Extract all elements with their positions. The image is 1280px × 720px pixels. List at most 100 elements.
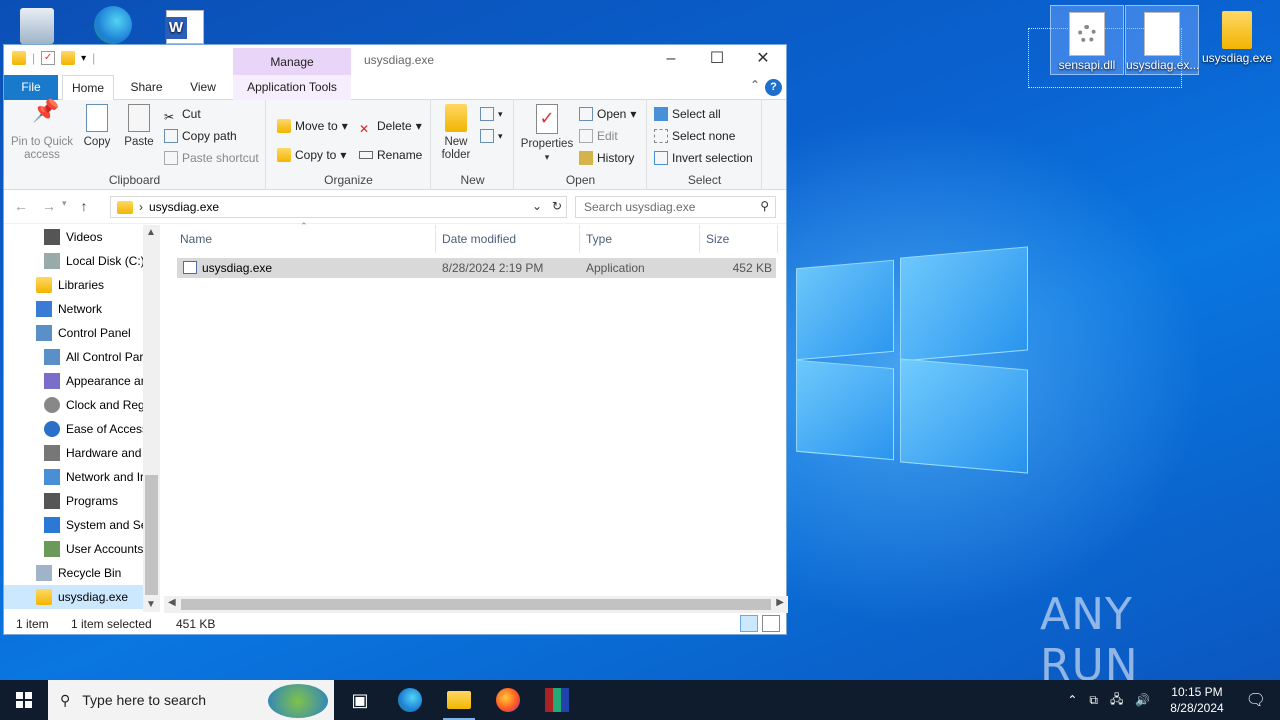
edge-taskbar-icon[interactable] — [386, 680, 434, 720]
paste-button[interactable]: Paste — [120, 104, 158, 149]
properties-check-icon[interactable]: ✓ — [41, 51, 56, 65]
nav-item-usysdiag-folder[interactable]: usysdiag.exe — [4, 585, 143, 609]
paste-shortcut-button[interactable]: Paste shortcut — [164, 148, 259, 168]
forward-arrow-icon[interactable]: → — [42, 198, 56, 214]
column-size[interactable]: Size — [700, 225, 778, 253]
select-none-button[interactable]: Select none — [654, 126, 735, 146]
copy-to-button[interactable]: Copy to ▾ — [277, 145, 346, 165]
edge-icon — [94, 6, 132, 44]
address-dropdown-icon[interactable]: ⌄ — [532, 199, 542, 213]
nav-item-clock-region[interactable]: Clock and Regi — [44, 393, 147, 417]
desktop-icon-usysdiag-file[interactable]: usysdiag.ex... — [1125, 5, 1199, 75]
address-field[interactable]: › usysdiag.exe ⌄ ↻ — [110, 196, 567, 218]
tray-overflow-icon[interactable]: ⌃ — [1067, 693, 1077, 707]
copy-path-button[interactable]: Copy path — [164, 126, 237, 146]
desktop-icon-usysdiag-folder[interactable]: usysdiag.exe — [1200, 5, 1274, 75]
select-all-button[interactable]: Select all — [654, 104, 721, 124]
new-folder-icon[interactable] — [61, 51, 76, 65]
new-item-button[interactable]: ▾ — [480, 104, 503, 124]
edit-button[interactable]: Edit — [579, 126, 618, 146]
tab-file[interactable]: File — [4, 75, 58, 100]
file-explorer-taskbar-icon[interactable] — [435, 680, 483, 720]
maximize-icon[interactable]: ☐ — [694, 45, 740, 73]
paste-icon — [128, 104, 150, 132]
new-folder-button[interactable]: New folder — [438, 104, 474, 162]
close-icon[interactable]: ✕ — [740, 45, 786, 73]
column-date-modified[interactable]: Date modified — [436, 225, 580, 253]
edit-icon — [579, 129, 593, 143]
quick-access-toolbar: | ✓ ▾ | — [12, 51, 95, 65]
search-input[interactable]: Search usysdiag.exe ⚲ — [575, 196, 776, 218]
scroll-left-icon[interactable]: ◀ — [168, 597, 176, 608]
delete-button[interactable]: ✕ Delete ▾ — [359, 116, 422, 136]
nav-item-all-control-panel[interactable]: All Control Par — [44, 345, 143, 369]
network-icon[interactable]: 🖧 — [1110, 690, 1123, 711]
column-type[interactable]: Type — [580, 225, 700, 253]
desktop-icon-sensapi[interactable]: sensapi.dll — [1050, 5, 1124, 75]
copy-button[interactable]: Copy — [80, 104, 114, 149]
nav-item-programs[interactable]: Programs — [44, 489, 118, 513]
easy-access-button[interactable]: ▾ — [480, 126, 503, 146]
firefox-taskbar-icon[interactable] — [484, 680, 532, 720]
rename-button[interactable]: Rename — [359, 145, 422, 165]
nav-item-system-security[interactable]: System and Se — [44, 513, 147, 537]
nav-item-videos[interactable]: Videos — [44, 225, 102, 249]
nav-item-network[interactable]: Network — [36, 297, 102, 321]
nav-item-local-disk[interactable]: Local Disk (C:) — [44, 249, 145, 273]
word-desktop-icon[interactable]: W — [148, 0, 222, 46]
scrollbar-thumb[interactable] — [181, 599, 771, 610]
properties-button[interactable]: ✓ Properties ▾ — [519, 104, 575, 164]
open-button[interactable]: Open ▾ — [579, 104, 636, 124]
column-name[interactable]: Name — [174, 225, 436, 253]
move-to-button[interactable]: Move to ▾ — [277, 116, 348, 136]
tab-home[interactable]: Home — [62, 75, 114, 101]
scroll-up-icon[interactable]: ▲ — [146, 227, 156, 238]
windows-logo — [796, 242, 1028, 478]
tab-application-tools[interactable]: Application Tools — [233, 75, 351, 100]
winrar-taskbar-icon[interactable] — [533, 680, 581, 720]
nav-item-ease-of-access[interactable]: Ease of Access — [44, 417, 148, 441]
nav-item-libraries[interactable]: Libraries — [36, 273, 104, 297]
file-explorer-window: | ✓ ▾ | Manage usysdiag.exe – ☐ ✕ File H… — [3, 44, 788, 635]
device-icon[interactable]: ⧉ — [1089, 693, 1098, 708]
start-button[interactable] — [0, 680, 48, 720]
history-button[interactable]: History — [579, 148, 634, 168]
refresh-icon[interactable]: ↻ — [552, 199, 562, 213]
nav-pane-scrollbar[interactable]: ▲ ▼ — [143, 225, 160, 612]
large-icons-view-icon[interactable] — [762, 615, 780, 632]
scroll-down-icon[interactable]: ▼ — [146, 599, 156, 610]
help-icon[interactable]: ? — [765, 79, 782, 96]
minimize-icon[interactable]: – — [648, 45, 694, 73]
nav-item-control-panel[interactable]: Control Panel — [36, 321, 131, 345]
scroll-right-icon[interactable]: ▶ — [776, 597, 784, 608]
task-view-icon[interactable]: ▣ — [336, 680, 384, 720]
file-list-scrollbar[interactable]: ◀ ▶ — [164, 596, 788, 613]
recent-locations-icon[interactable]: ▾ — [62, 198, 67, 214]
pin-quick-access-button[interactable]: 📌 Pin to Quick access — [8, 100, 76, 162]
collapse-ribbon-icon[interactable]: ⌃ — [750, 78, 760, 92]
cut-button[interactable]: ✂ Cut — [164, 104, 201, 124]
nav-item-user-accounts[interactable]: User Accounts — [44, 537, 143, 561]
details-view-icon[interactable] — [740, 615, 758, 632]
qat-dropdown-icon[interactable]: ▾ — [81, 53, 86, 64]
invert-selection-button[interactable]: Invert selection — [654, 148, 753, 168]
nav-item-appearance[interactable]: Appearance an — [44, 369, 147, 393]
tab-share[interactable]: Share — [124, 75, 169, 100]
notification-icon[interactable]: 🗨 — [1246, 690, 1266, 710]
back-arrow-icon[interactable]: ← — [14, 198, 28, 214]
taskbar-search[interactable]: ⚲ Type here to search — [48, 680, 334, 720]
nav-item-hardware[interactable]: Hardware and — [44, 441, 141, 465]
up-arrow-icon[interactable]: ↑ — [81, 198, 88, 214]
edge-desktop-icon[interactable] — [76, 0, 150, 46]
nav-item-network-internet[interactable]: Network and Ir — [44, 465, 144, 489]
tab-view[interactable]: View — [182, 75, 224, 100]
volume-icon[interactable]: 🔊 — [1135, 693, 1150, 707]
file-row[interactable]: usysdiag.exe 8/28/2024 2:19 PM Applicati… — [177, 258, 776, 278]
chevron-right-icon[interactable]: › — [139, 200, 143, 214]
nav-item-recycle-bin[interactable]: Recycle Bin — [36, 561, 121, 585]
tab-manage[interactable]: Manage — [233, 48, 351, 76]
clock[interactable]: 10:15 PM 8/28/2024 — [1170, 684, 1223, 716]
scrollbar-thumb[interactable] — [145, 475, 158, 595]
clock-time: 10:15 PM — [1171, 685, 1223, 699]
recycle-bin-desktop-icon[interactable] — [0, 0, 74, 46]
